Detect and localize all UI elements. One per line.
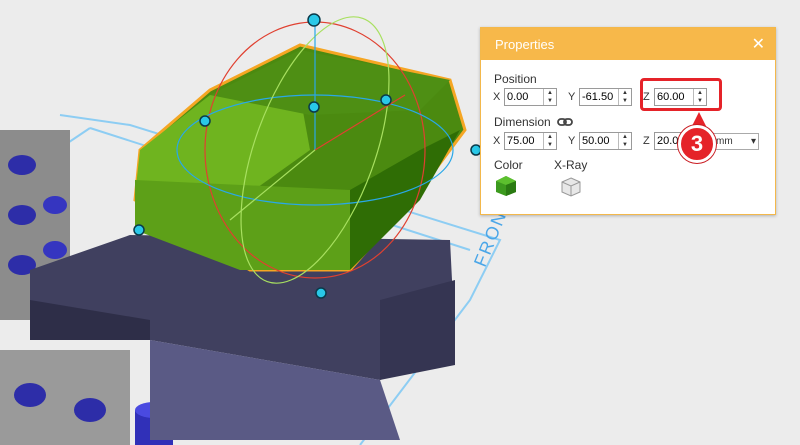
callout-pointer [692,112,706,126]
color-cube-icon[interactable] [495,175,517,197]
dimension-label-wrap: Dimension [494,115,573,129]
position-x-input[interactable] [505,90,543,104]
position-label: Position [494,72,537,86]
dimension-y-label: Y [568,135,576,147]
step-badge: 3 [678,125,716,163]
properties-panel: Properties ✕ Position X ▲▼ Y ▲▼ Z ▲▼ Dim… [480,27,776,215]
dimension-y-field[interactable]: ▲▼ [579,132,632,150]
xray-cube-icon[interactable] [561,177,581,197]
position-y-spinner[interactable]: ▲ ▼ [618,89,631,105]
highlight-box [640,78,722,111]
position-x-spinner[interactable]: ▲ ▼ [543,89,556,105]
close-icon[interactable]: ✕ [752,34,765,54]
position-y-label: Y [568,91,576,103]
panel-header: Properties ✕ [481,28,775,60]
dimension-y-input[interactable] [580,134,618,148]
dimension-x-input[interactable] [505,134,543,148]
dimension-x-label: X [493,135,501,147]
unit-select[interactable]: mm ▾ [713,132,759,150]
panel-title: Properties [495,36,555,52]
position-y-input[interactable] [580,90,618,104]
dimension-row: X ▲▼ Y ▲▼ Z ▲▼ mm ▾ [493,132,759,150]
unit-value: mm [716,135,733,147]
dimension-x-field[interactable]: ▲▼ [504,132,557,150]
position-x-field[interactable]: ▲▼ [504,88,557,106]
color-label: Color [494,158,523,172]
position-y-field[interactable]: ▲▼ [579,88,632,106]
dimension-x-spinner[interactable]: ▲ ▼ [543,133,556,149]
xray-label: X-Ray [554,158,588,172]
link-icon[interactable] [556,117,573,127]
dimension-label: Dimension [494,115,551,129]
dimension-y-spinner[interactable]: ▲ ▼ [618,133,631,149]
chevron-down-icon: ▾ [750,135,756,147]
position-x-label: X [493,91,501,103]
dimension-z-label: Z [643,135,650,147]
